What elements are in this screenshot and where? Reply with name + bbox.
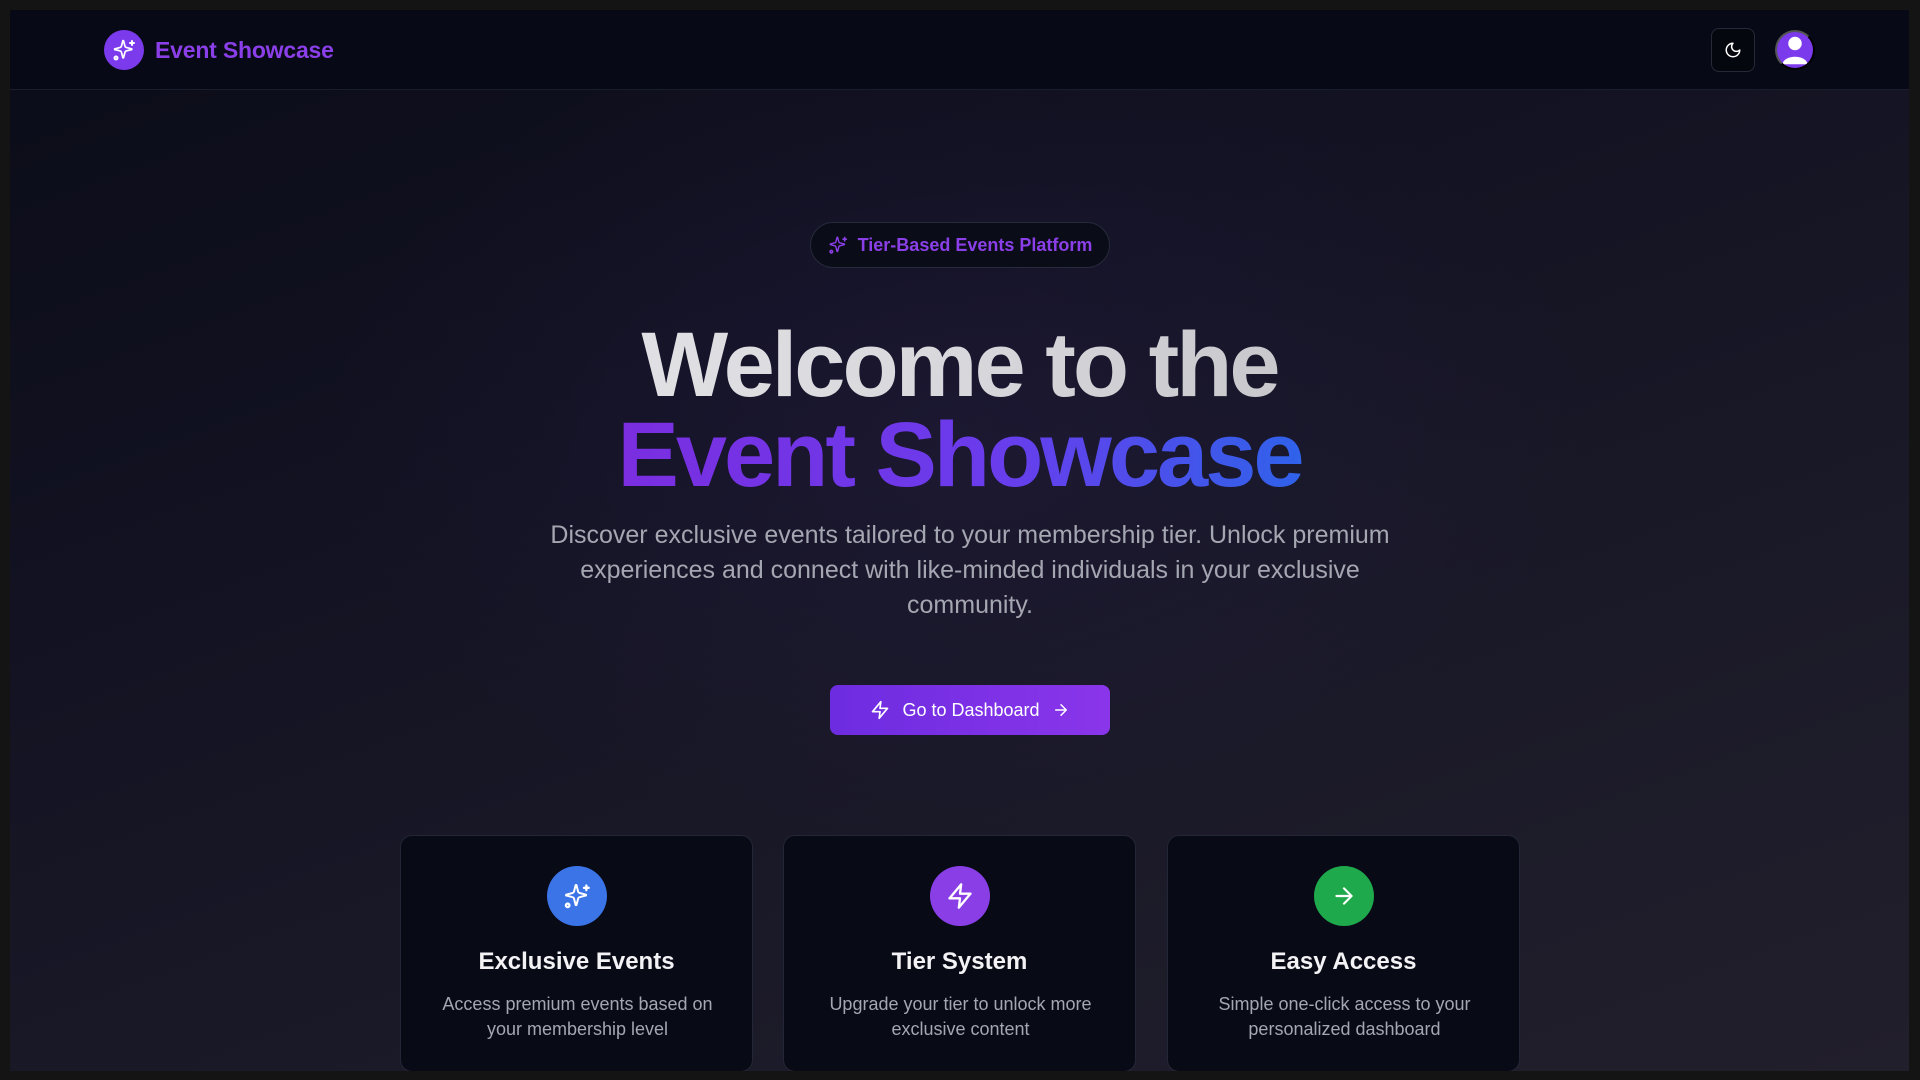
moon-icon	[1725, 42, 1741, 58]
zap-icon	[872, 700, 889, 720]
feature-title: Tier System	[891, 948, 1028, 975]
top-navbar: Event Showcase	[10, 10, 1909, 90]
theme-toggle-button[interactable]	[1711, 28, 1755, 72]
zap-icon	[948, 883, 972, 909]
arrow-right-icon	[1335, 887, 1353, 905]
feature-card-tier-system: Tier System Upgrade your tier to unlock …	[783, 835, 1136, 1071]
brand-name: Event Showcase	[155, 36, 334, 63]
hero-title-highlight: Event Showcase	[617, 400, 1304, 510]
feature-card-exclusive-events: Exclusive Events Access premium events b…	[400, 835, 753, 1071]
cta-label: Go to Dashboard	[902, 699, 1040, 720]
feature-description: Upgrade your tier to unlock more exclusi…	[829, 994, 1092, 1039]
feature-title: Exclusive Events	[478, 948, 675, 975]
badge-label: Tier-Based Events Platform	[857, 234, 1093, 255]
go-to-dashboard-button[interactable]: Go to Dashboard	[830, 685, 1110, 735]
hero-title-line2: Event Showcase	[10, 400, 1909, 510]
feature-icon-badge	[547, 866, 607, 926]
arrow-right-icon	[1054, 704, 1067, 716]
sparkles-icon	[564, 884, 590, 909]
hero-description: Discover exclusive events tailored to yo…	[550, 521, 1390, 619]
feature-icon-badge	[930, 866, 990, 926]
user-avatar-button[interactable]	[1775, 30, 1815, 70]
feature-title: Easy Access	[1270, 948, 1417, 975]
feature-icon-badge	[1314, 866, 1374, 926]
page-frame: Event Showcase Tier-Based Events Platfor…	[10, 10, 1909, 1071]
sparkles-icon	[113, 39, 135, 61]
sparkles-icon	[828, 236, 847, 254]
feature-description: Access premium events based on your memb…	[442, 994, 713, 1039]
platform-badge: Tier-Based Events Platform	[810, 222, 1110, 268]
brand-logo	[104, 30, 144, 70]
user-icon	[1782, 36, 1808, 65]
feature-description: Simple one-click access to your personal…	[1218, 994, 1471, 1039]
brand-link[interactable]: Event Showcase	[104, 30, 334, 70]
feature-card-easy-access: Easy Access Simple one-click access to y…	[1167, 835, 1520, 1071]
